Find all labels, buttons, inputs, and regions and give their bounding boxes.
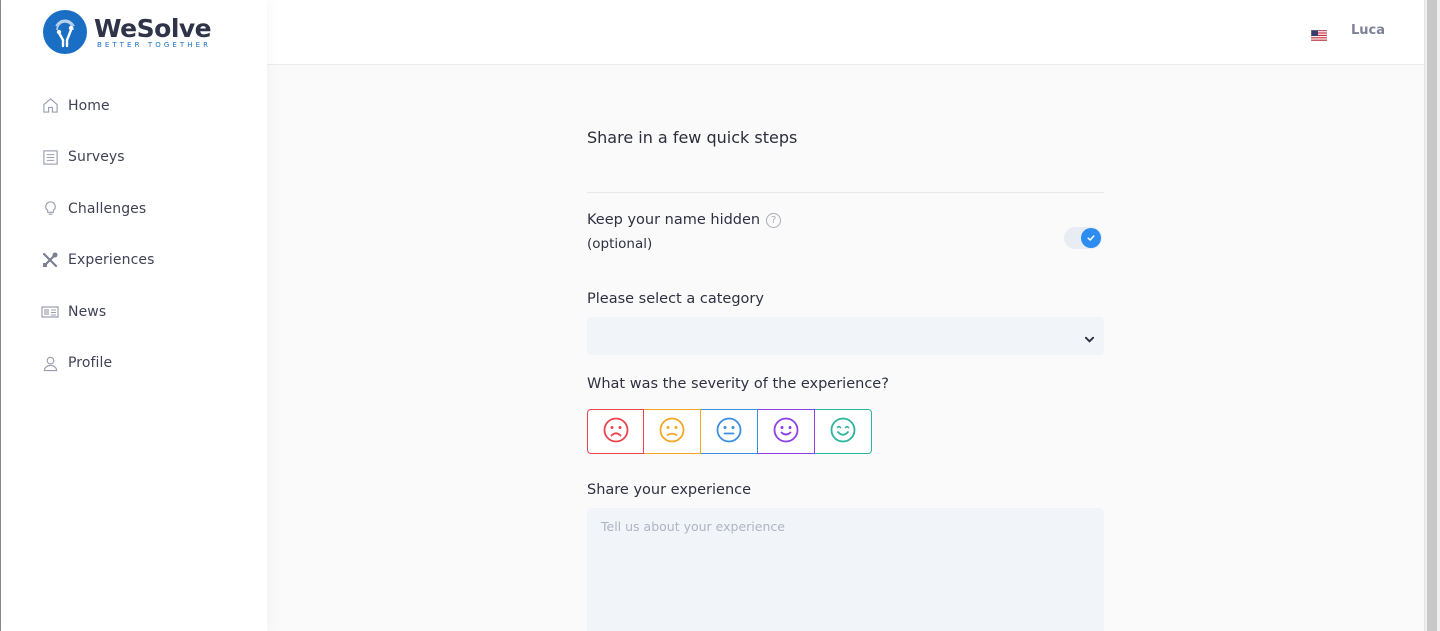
severity-label: What was the severity of the experience? (587, 376, 889, 392)
optional-hint: (optional) (587, 236, 653, 252)
sidebar-nav: Home Surveys Challenges Experiences News (1, 80, 267, 389)
category-label: Please select a category (587, 291, 764, 307)
logo-mark-icon (43, 10, 87, 54)
very-happy-face-icon (830, 417, 856, 447)
hide-name-label: Keep your name hidden (587, 212, 761, 228)
sidebar-item-surveys[interactable]: Surveys (1, 132, 267, 184)
tools-icon (41, 251, 59, 269)
home-icon (41, 97, 59, 115)
severity-bad-button[interactable] (644, 409, 701, 454)
scrollbar-thumb[interactable] (1427, 0, 1437, 631)
newspaper-icon (41, 303, 59, 321)
user-menu[interactable]: Luca (1351, 23, 1385, 38)
category-select[interactable] (587, 317, 1104, 355)
sidebar-item-profile[interactable]: Profile (1, 338, 267, 390)
very-sad-face-icon (603, 417, 629, 447)
sidebar-item-label: Surveys (68, 149, 125, 166)
experience-label: Share your experience (587, 482, 752, 498)
severity-very-bad-button[interactable] (587, 409, 644, 454)
top-header: Luca (267, 0, 1424, 65)
page-title: Share in a few quick steps (587, 128, 798, 147)
hide-name-row: Keep your name hidden ? (optional) (587, 210, 1104, 260)
hide-name-toggle[interactable] (1064, 227, 1102, 249)
sidebar-item-news[interactable]: News (1, 286, 267, 338)
sidebar-item-home[interactable]: Home (1, 80, 267, 132)
sidebar-item-label: Home (68, 97, 110, 114)
share-experience-form: Share in a few quick steps Keep your nam… (587, 120, 1104, 631)
logo[interactable]: WeSolve BETTER TOGETHER (43, 10, 212, 54)
sidebar-item-experiences[interactable]: Experiences (1, 235, 267, 287)
check-icon (1081, 228, 1101, 248)
list-icon (41, 148, 59, 166)
brand-name: WeSolve (94, 13, 212, 43)
neutral-face-icon (716, 417, 742, 447)
us-flag-icon[interactable] (1310, 26, 1328, 42)
sidebar: WeSolve BETTER TOGETHER Home Surveys Cha… (1, 0, 267, 631)
experience-textarea[interactable] (587, 508, 1104, 631)
sidebar-item-label: Profile (68, 355, 113, 372)
sidebar-item-label: News (68, 303, 107, 320)
chevron-down-icon (1084, 330, 1095, 349)
lightbulb-icon (41, 200, 59, 218)
sidebar-item-label: Experiences (68, 252, 155, 269)
sidebar-item-challenges[interactable]: Challenges (1, 183, 267, 235)
help-icon[interactable]: ? (766, 212, 782, 228)
sad-face-icon (659, 417, 685, 447)
divider (587, 192, 1104, 193)
user-icon (41, 354, 59, 372)
vertical-scrollbar[interactable] (1424, 0, 1440, 631)
severity-rating (587, 409, 872, 454)
severity-neutral-button[interactable] (701, 409, 758, 454)
brand-tagline: BETTER TOGETHER (97, 40, 212, 49)
severity-good-button[interactable] (758, 409, 815, 454)
sidebar-item-label: Challenges (68, 200, 147, 217)
happy-face-icon (773, 417, 799, 447)
severity-very-good-button[interactable] (815, 409, 872, 454)
